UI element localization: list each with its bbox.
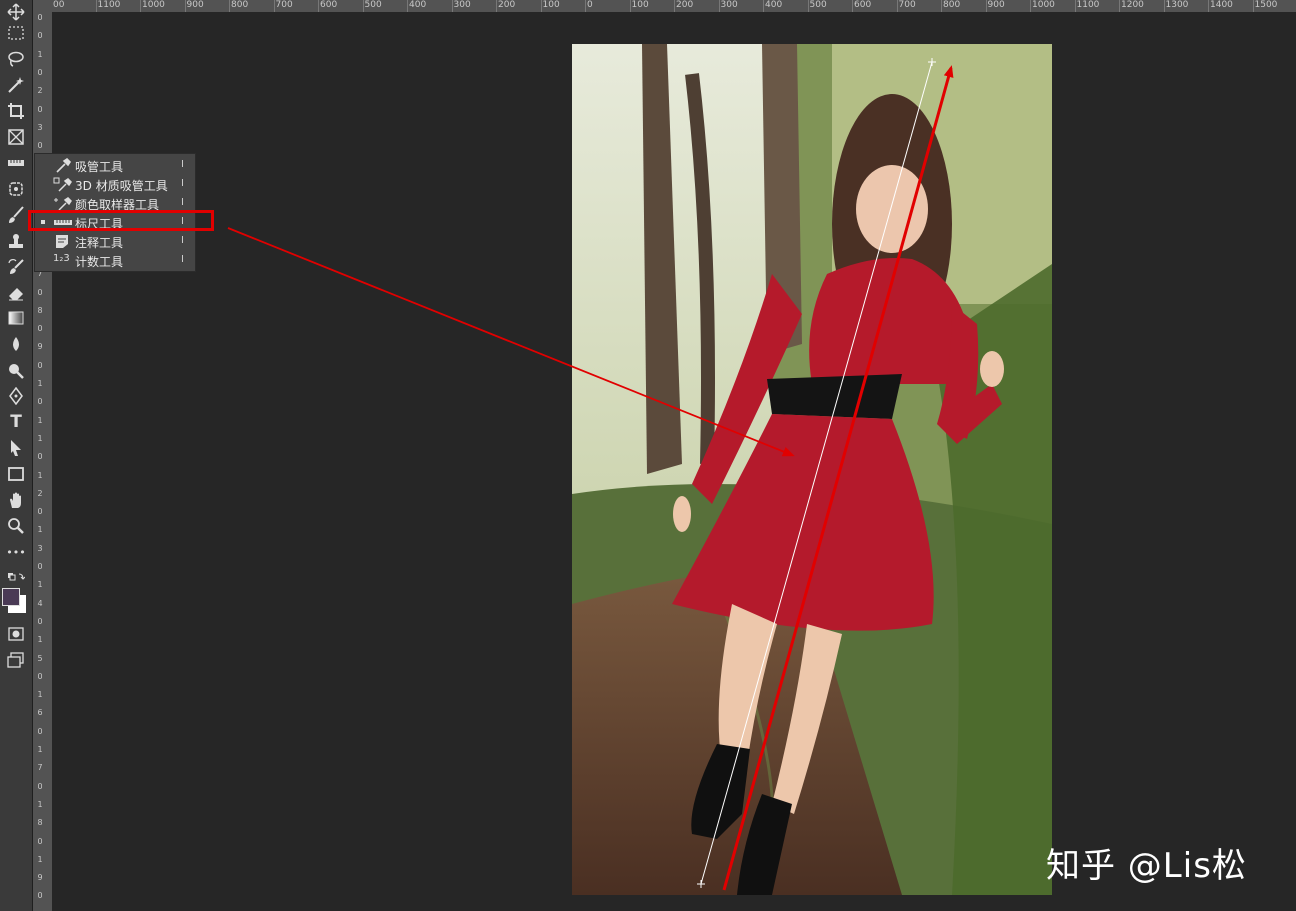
direction-arrow xyxy=(722,65,954,891)
ruler-tool-highlight-box xyxy=(28,210,214,231)
ruler-end-point[interactable] xyxy=(928,58,936,66)
flyout-item-label: 吸管工具 xyxy=(75,160,124,174)
count-icon: 1₂3 xyxy=(53,253,70,264)
watermark: 知乎 @Lis松 xyxy=(1046,846,1247,886)
note-icon xyxy=(53,234,73,249)
shortcut-key: I xyxy=(181,178,184,189)
3d-material-eyedropper-icon xyxy=(53,177,73,192)
flyout-item-4[interactable]: 注释工具 I xyxy=(35,232,195,251)
flyout-item-label: 注释工具 xyxy=(75,236,124,250)
pointer-arrow xyxy=(227,227,795,457)
flyout-item-1[interactable]: 3D 材质吸管工具 I xyxy=(35,175,195,194)
shortcut-key: I xyxy=(181,159,184,170)
flyout-item-5[interactable]: 1₂3 计数工具 I xyxy=(35,251,195,270)
flyout-item-0[interactable]: 吸管工具 I xyxy=(35,156,195,175)
ruler-start-point[interactable] xyxy=(697,880,705,888)
flyout-item-label: 3D 材质吸管工具 xyxy=(75,179,168,193)
ruler-measure-line[interactable] xyxy=(700,61,933,885)
shortcut-key: I xyxy=(181,254,184,265)
flyout-item-label: 计数工具 xyxy=(75,255,124,269)
color-sampler-icon xyxy=(53,196,73,211)
shortcut-key: I xyxy=(181,235,184,246)
shortcut-key: I xyxy=(181,197,184,208)
eyedropper-icon xyxy=(53,157,73,173)
annotation-overlay xyxy=(227,58,954,891)
